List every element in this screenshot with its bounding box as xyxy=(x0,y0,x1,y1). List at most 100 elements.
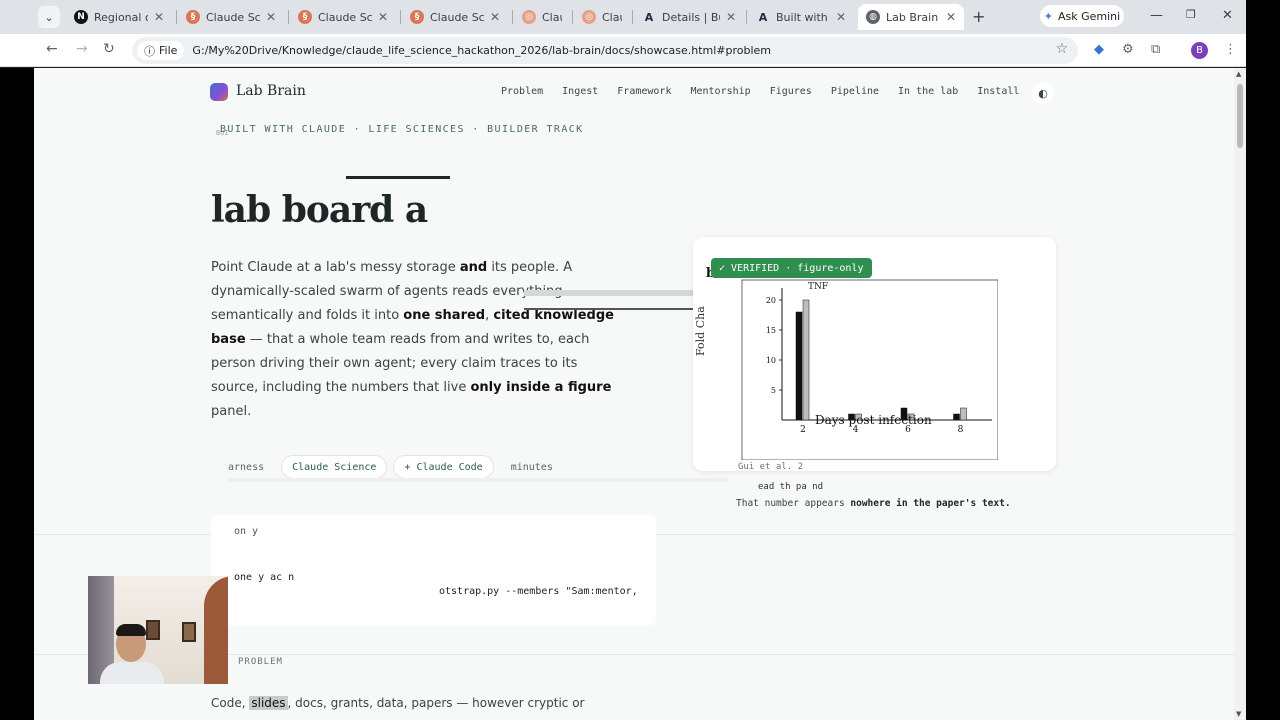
browser-tab[interactable]: N Regional org ✕ xyxy=(66,4,172,30)
code-line-ghost: on y xyxy=(234,526,259,537)
close-window-button[interactable]: ✕ xyxy=(1222,8,1233,23)
browser-tab[interactable]: ◎ Claud xyxy=(574,4,630,30)
figure-y-label: Fold Cha xyxy=(694,306,707,356)
extension-icon[interactable]: ⚙ xyxy=(1122,42,1134,57)
problem-text: Code, slides, docs, grants, data, papers… xyxy=(211,696,585,710)
brand-name[interactable]: Lab Brain xyxy=(236,83,306,99)
nav-link-in-the-lab[interactable]: In the lab xyxy=(898,86,958,97)
close-icon[interactable]: ✕ xyxy=(154,10,164,24)
info-icon: ⓘ xyxy=(144,44,155,58)
x-tick-label: 8 xyxy=(958,425,964,435)
nav-link-framework[interactable]: Framework xyxy=(617,86,671,97)
anthropic-icon: A xyxy=(644,10,654,24)
hero-pills: arness Claude Science + Claude Code minu… xyxy=(218,456,563,478)
plus-icon: + xyxy=(972,7,986,26)
y-tick-label: 5 xyxy=(771,386,776,395)
pill-claude-science[interactable]: Claude Science xyxy=(282,456,387,478)
x-tick-label: 2 xyxy=(800,425,806,435)
profile-avatar[interactable]: B xyxy=(1191,42,1208,59)
globe-icon: ◍ xyxy=(866,10,880,24)
code-command[interactable]: otstrap.py --members "Sam:mentor, xyxy=(439,586,638,597)
nav-link-problem[interactable]: Problem xyxy=(501,86,543,97)
letterbox-right xyxy=(1246,0,1280,720)
webcam-overlay xyxy=(88,576,228,684)
new-tab-button[interactable]: + xyxy=(972,7,985,26)
section-kicker-problem: PROBLEM xyxy=(238,657,283,667)
page-scrollbar[interactable]: ▲ ▼ xyxy=(1234,68,1246,720)
y-tick-label: 10 xyxy=(766,356,776,365)
claude-icon: ◎ xyxy=(582,10,596,24)
kebab-menu-icon[interactable]: ⋮ xyxy=(1224,42,1237,57)
bookmark-star-icon[interactable]: ☆ xyxy=(1055,41,1068,57)
code-line-ghost: one y ac n xyxy=(234,572,295,583)
chevron-down-icon: ⌄ xyxy=(44,10,54,24)
claude-icon: § xyxy=(298,10,312,24)
pill-minutes: minutes xyxy=(510,461,553,473)
anthropic-icon: A xyxy=(758,10,768,24)
code-card xyxy=(211,515,656,625)
restore-button[interactable]: ❐ xyxy=(1186,8,1196,21)
url-text[interactable]: G:/My%20Drive/Knowledge/claude_life_scie… xyxy=(192,44,771,57)
verified-badge: ✓ VERIFIED · figure-only xyxy=(711,258,872,278)
ask-gemini-button[interactable]: ✦ Ask Gemini xyxy=(1040,5,1124,27)
puzzle-icon[interactable]: ⧉ xyxy=(1151,42,1160,57)
scroll-up-icon[interactable]: ▲ xyxy=(1236,70,1241,78)
figure-title: TNF xyxy=(808,282,829,292)
figure-note: That number appears nowhere in the paper… xyxy=(736,498,1011,509)
claude-icon: § xyxy=(410,10,424,24)
nav-link-pipeline[interactable]: Pipeline xyxy=(831,86,879,97)
nav-link-install[interactable]: Install xyxy=(977,86,1019,97)
nav-link-figures[interactable]: Figures xyxy=(770,86,812,97)
hero-kicker: BUILT WITH CLAUDE · LIFE SCIENCES · BUIL… xyxy=(220,124,584,135)
figure-x-label: Days post infection xyxy=(815,413,932,427)
address-bar[interactable]: ⓘ File G:/My%20Drive/Knowledge/claude_li… xyxy=(132,37,1078,64)
browser-tab[interactable]: § Claude Scien ✕ xyxy=(178,4,284,30)
figure-citation: Gui et al. 2 xyxy=(738,462,804,472)
scrollbar-thumb[interactable] xyxy=(1237,84,1243,148)
hero-lede: Point Claude at a lab's messy storage an… xyxy=(211,260,614,419)
minimize-button[interactable]: — xyxy=(1150,8,1163,23)
extension-icon[interactable]: ◆ xyxy=(1094,42,1104,57)
y-tick-label: 20 xyxy=(766,296,776,305)
forward-button[interactable]: → xyxy=(76,41,88,57)
browser-tab[interactable]: ◎ Claud xyxy=(514,4,570,30)
contrast-icon: ◐ xyxy=(1038,86,1048,100)
pill-claude-code[interactable]: + Claude Code xyxy=(394,456,493,478)
claude-icon: § xyxy=(186,10,200,24)
figure-bar xyxy=(795,311,803,421)
nav-links: Problem Ingest Framework Mentorship Figu… xyxy=(501,86,1038,97)
browser-tab[interactable]: § Claude Scien ✕ xyxy=(402,4,508,30)
notion-icon: N xyxy=(74,10,88,24)
theme-toggle-button[interactable]: ◐ xyxy=(1032,82,1054,104)
site-info-chip[interactable]: ⓘ File xyxy=(137,41,185,60)
figure-bar xyxy=(953,413,960,421)
site-nav: Lab Brain Problem Ingest Framework Mento… xyxy=(210,82,1060,104)
browser-tab-active[interactable]: ◍ Lab Brain — ✕ xyxy=(858,4,964,30)
figure-bar xyxy=(802,299,810,421)
headline-rule xyxy=(346,176,450,179)
close-icon[interactable]: ✕ xyxy=(378,10,388,24)
back-button[interactable]: ← xyxy=(46,41,58,57)
scroll-down-icon[interactable]: ▼ xyxy=(1236,710,1241,718)
reload-button[interactable]: ↻ xyxy=(103,41,115,57)
tab-search-button[interactable]: ⌄ xyxy=(38,6,60,28)
figure-bar xyxy=(960,407,967,421)
pill-harness: arness xyxy=(228,461,265,473)
claude-icon: ◎ xyxy=(522,10,536,24)
browser-toolbar: ← → ↻ ⓘ File G:/My%20Drive/Knowledge/cla… xyxy=(0,34,1280,67)
nav-link-mentorship[interactable]: Mentorship xyxy=(690,86,750,97)
browser-tab[interactable]: A Built with Cla ✕ xyxy=(748,4,854,30)
y-tick-label: 15 xyxy=(766,326,776,335)
browser-tab[interactable]: § Claude Scien ✕ xyxy=(290,4,396,30)
figure-read-line: ead th pa nd xyxy=(758,482,824,492)
close-icon[interactable]: ✕ xyxy=(836,10,846,24)
close-icon[interactable]: ✕ xyxy=(266,10,276,24)
letterbox-left xyxy=(0,68,34,720)
close-icon[interactable]: ✕ xyxy=(726,10,736,24)
nav-link-ingest[interactable]: Ingest xyxy=(562,86,598,97)
browser-tab[interactable]: A Details | Buil ✕ xyxy=(634,4,744,30)
tab-strip: ⌄ N Regional org ✕ § Claude Scien ✕ § Cl… xyxy=(0,0,1280,34)
close-icon[interactable]: ✕ xyxy=(490,10,500,24)
figure-chart: 51015202 4 6 8 xyxy=(741,279,998,460)
close-icon[interactable]: ✕ xyxy=(946,10,956,24)
